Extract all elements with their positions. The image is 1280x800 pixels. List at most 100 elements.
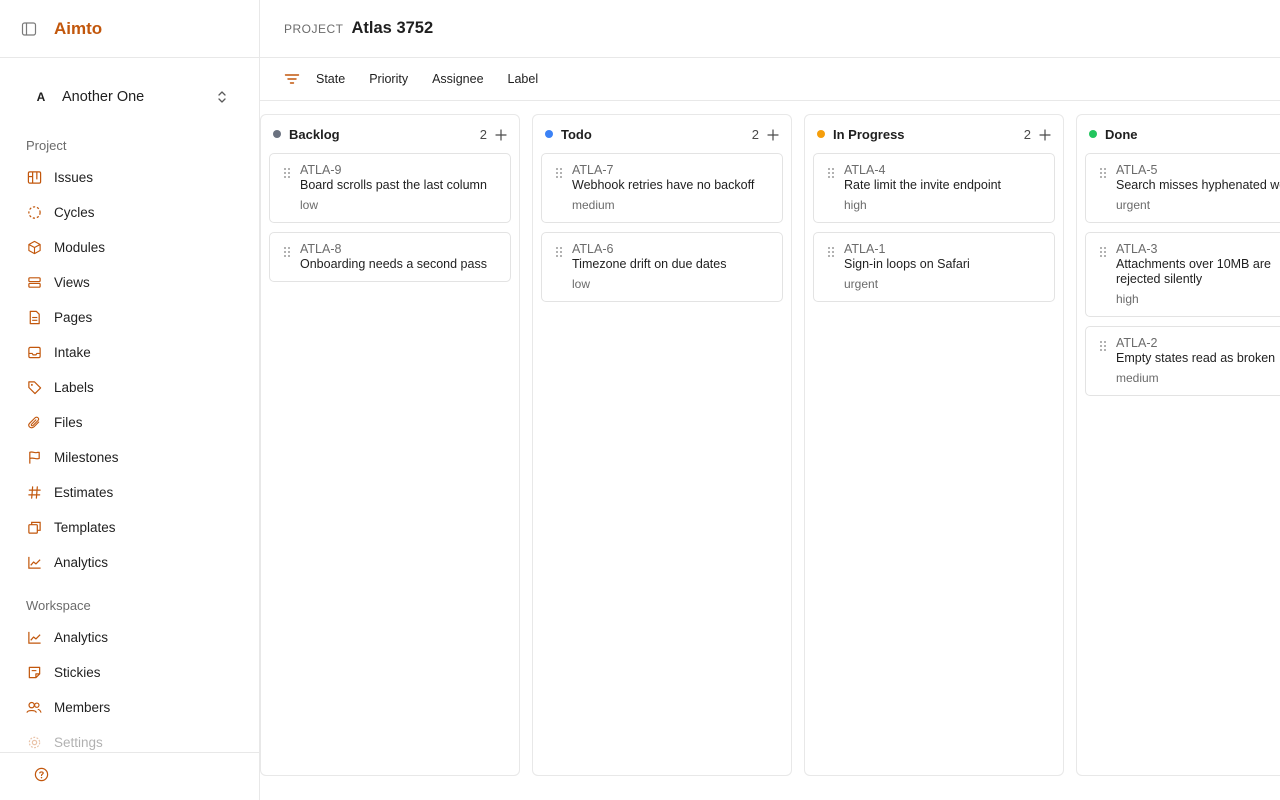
issue-priority: medium (572, 198, 615, 212)
sidebar-toggle-icon[interactable] (20, 20, 38, 38)
issue-title: Empty states read as broken (1116, 351, 1276, 365)
sidebar-item-label: Pages (54, 310, 93, 325)
gear-icon (26, 735, 42, 751)
issue-card[interactable]: ATLA-2 Empty states read as broken medium (1085, 326, 1280, 396)
filter-bar: State Priority Assignee Label (260, 58, 1280, 101)
filter-state[interactable]: State (316, 72, 345, 86)
sidebar-item-label: Members (54, 700, 111, 715)
issue-card[interactable]: ATLA-4 Rate limit the invite endpoint high (813, 153, 1055, 223)
issue-card[interactable]: ATLA-3 Attachments over 10MB are rejected… (1085, 232, 1280, 317)
issue-id: ATLA-8 (300, 242, 342, 256)
issue-priority: urgent (1116, 198, 1151, 212)
sidebar-item-workspace-members[interactable]: Members (0, 690, 259, 725)
column-title: Todo (561, 126, 592, 142)
help-icon[interactable] (34, 767, 49, 787)
page-header: PROJECT Atlas 3752 (260, 0, 1280, 58)
add-issue-icon[interactable] (495, 128, 507, 141)
brand-logo-text[interactable]: Aimto (54, 19, 102, 39)
issue-priority: medium (1116, 371, 1159, 385)
issue-card[interactable]: ATLA-1 Sign-in loops on Safari urgent (813, 232, 1055, 302)
sidebar-item-project-pages[interactable]: Pages (0, 300, 259, 335)
copy-icon (26, 520, 42, 536)
drag-handle-icon[interactable] (1099, 339, 1107, 351)
column-header: Backlog 2 (261, 115, 519, 153)
sidebar-item-project-views[interactable]: Views (0, 265, 259, 300)
layers-icon (26, 275, 42, 291)
issue-priority: high (1116, 292, 1139, 306)
sidebar-item-workspace-settings[interactable]: Settings (0, 725, 259, 752)
add-issue-icon[interactable] (1039, 128, 1051, 141)
issue-card[interactable]: ATLA-7 Webhook retries have no backoff med… (541, 153, 783, 223)
issue-title: Timezone drift on due dates (572, 257, 727, 271)
sidebar-item-project-milestones[interactable]: Milestones (0, 440, 259, 475)
sidebar-item-label: Files (54, 415, 83, 430)
sidebar-item-project-intake[interactable]: Intake (0, 335, 259, 370)
sidebar-item-project-estimates[interactable]: Estimates (0, 475, 259, 510)
issue-priority: high (844, 198, 867, 212)
board-icon (26, 170, 42, 186)
issue-card[interactable]: ATLA-9 Board scrolls past the last column… (269, 153, 511, 223)
sidebar-item-label: Modules (54, 240, 106, 255)
sidebar-item-project-modules[interactable]: Modules (0, 230, 259, 265)
workspace-name: Another One (62, 89, 145, 105)
issue-id: ATLA-5 (1116, 163, 1158, 177)
sidebar-item-label: Estimates (54, 485, 114, 500)
filter-priority[interactable]: Priority (369, 72, 408, 86)
column-count: 2 (751, 126, 759, 142)
sidebar-item-project-files[interactable]: Files (0, 405, 259, 440)
drag-handle-icon[interactable] (283, 245, 291, 257)
sidebar: Aimto A Another One Project Issues Cycles… (0, 0, 260, 800)
sidebar-nav[interactable]: Project Issues Cycles Modules Views Pages Int… (0, 130, 259, 752)
chevron-up-down-icon (214, 89, 230, 105)
breadcrumb-label: PROJECT (284, 21, 344, 36)
workspace-avatar: A (36, 90, 46, 104)
drag-handle-icon[interactable] (1099, 166, 1107, 178)
state-dot-icon (817, 130, 825, 138)
issue-title: Board scrolls past the last column (300, 178, 487, 192)
sidebar-item-project-issues[interactable]: Issues (0, 160, 259, 195)
sidebar-item-label: Intake (54, 345, 91, 360)
filter-label[interactable]: Label (508, 72, 539, 86)
state-dot-icon (1089, 130, 1097, 138)
sidebar-item-project-templates[interactable]: Templates (0, 510, 259, 545)
filter-icon[interactable] (284, 71, 300, 87)
filter-assignee[interactable]: Assignee (432, 72, 483, 86)
drag-handle-icon[interactable] (827, 166, 835, 178)
sidebar-item-project-labels[interactable]: Labels (0, 370, 259, 405)
issue-card[interactable]: ATLA-8 Onboarding needs a second pass (269, 232, 511, 282)
sidebar-item-label: Milestones (54, 450, 119, 465)
column-header: Done (1077, 115, 1280, 153)
column-title: Backlog (289, 126, 340, 142)
add-issue-icon[interactable] (767, 128, 779, 141)
sidebar-footer (0, 752, 259, 800)
drag-handle-icon[interactable] (1099, 245, 1107, 257)
sidebar-item-workspace-analytics[interactable]: Analytics (0, 620, 259, 655)
issue-id: ATLA-7 (572, 163, 614, 177)
board-column-backlog: Backlog 2 ATLA-9 Board scrolls past the las… (260, 114, 520, 776)
drag-handle-icon[interactable] (283, 166, 291, 178)
users-icon (26, 700, 42, 716)
issue-card[interactable]: ATLA-5Search misses hyphenated words urge… (1085, 153, 1280, 223)
issue-id: ATLA-1 (844, 242, 886, 256)
sticky-note-icon (26, 665, 42, 681)
sidebar-item-workspace-stickies[interactable]: Stickies (0, 655, 259, 690)
state-dot-icon (545, 130, 553, 138)
sidebar-item-label: Labels (54, 380, 94, 395)
sidebar-item-label: Cycles (54, 205, 95, 220)
sidebar-item-label: Settings (54, 735, 103, 750)
sidebar-item-project-cycles[interactable]: Cycles (0, 195, 259, 230)
sidebar-item-project-analytics[interactable]: Analytics (0, 545, 259, 580)
state-dot-icon (273, 130, 281, 138)
issue-id: ATLA-2 (1116, 336, 1158, 350)
file-text-icon (26, 310, 42, 326)
drag-handle-icon[interactable] (827, 245, 835, 257)
drag-handle-icon[interactable] (555, 166, 563, 178)
drag-handle-icon[interactable] (555, 245, 563, 257)
issue-priority: low (300, 198, 319, 212)
issue-card[interactable]: ATLA-6 Timezone drift on due dates low (541, 232, 783, 302)
sidebar-section-workspace: Workspace (26, 597, 91, 613)
column-title: In Progress (833, 126, 905, 142)
tag-icon (26, 380, 42, 396)
workspace-switcher[interactable]: A Another One (26, 80, 238, 114)
board-column-done: Done ATLA-5Search misses hyphenated words… (1076, 114, 1280, 776)
